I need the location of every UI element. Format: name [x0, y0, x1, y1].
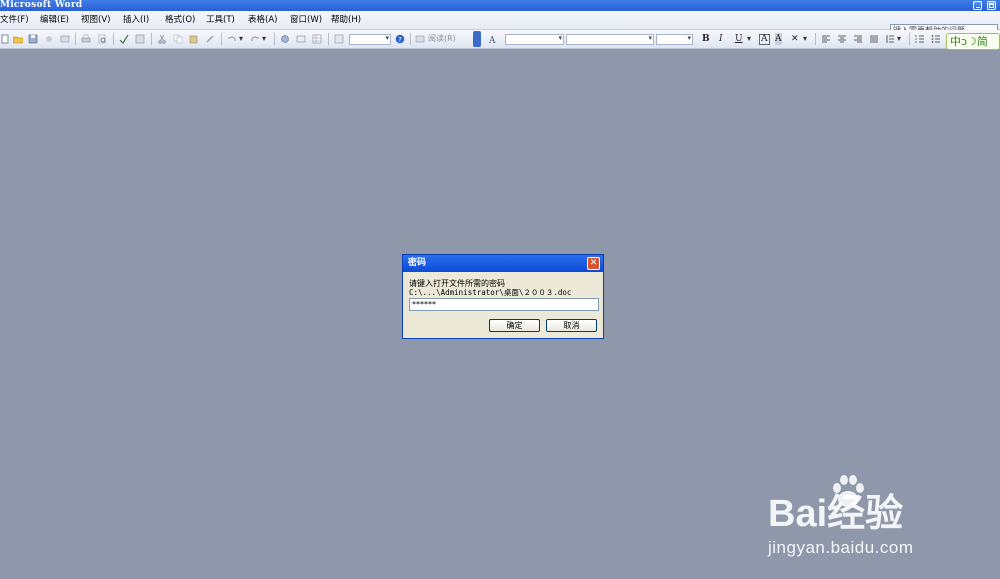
read-icon[interactable] [415, 34, 425, 44]
undo-dropdown-icon[interactable]: ▾ [239, 34, 243, 44]
document-map-icon[interactable] [334, 34, 344, 44]
window-titlebar[interactable]: Microsoft Word [0, 0, 1000, 11]
restore-icon[interactable] [987, 1, 996, 10]
numbering-icon[interactable] [915, 34, 925, 44]
format-painter-icon[interactable] [205, 34, 215, 44]
window-title: Microsoft Word [0, 0, 83, 10]
svg-text:?: ? [398, 36, 402, 44]
close-icon[interactable]: ✕ [587, 257, 600, 270]
password-dialog: 密码 ✕ 请键入打开文件所需的密码 C:\...\Administrator\桌… [402, 254, 604, 339]
menu-view[interactable]: 视图(V) [81, 14, 110, 26]
menu-insert[interactable]: 插入(I) [123, 14, 149, 26]
font-size-combo[interactable] [656, 34, 693, 45]
bold-icon[interactable]: B [702, 33, 710, 45]
copy-icon[interactable] [173, 34, 183, 44]
hyperlink-icon[interactable] [280, 34, 290, 44]
insert-table-icon[interactable] [312, 34, 322, 44]
style-combo[interactable] [505, 34, 564, 45]
paste-icon[interactable] [189, 34, 199, 44]
italic-icon[interactable]: I [719, 33, 723, 45]
menu-window[interactable]: 窗口(W) [290, 14, 322, 26]
toolbar-separator [221, 33, 222, 45]
toolbar: ▾ ▾ ? 阅读(R) A B I U ▾ A A ✕ ▾ ▾ [0, 30, 1000, 49]
toolbar-options-icon[interactable] [473, 31, 481, 47]
help-icon[interactable]: ? [395, 34, 405, 44]
menubar: 文件(F) 编辑(E) 视图(V) 插入(I) 格式(O) 工具(T) 表格(A… [0, 11, 1000, 37]
line-spacing-dropdown-icon[interactable]: ▾ [897, 34, 901, 44]
toolbar-separator [75, 33, 76, 45]
toolbar-separator [909, 33, 910, 45]
redo-dropdown-icon[interactable]: ▾ [262, 34, 266, 44]
email-icon[interactable] [60, 34, 70, 44]
toolbar-separator [328, 33, 329, 45]
watermark-brand: Bai经验 [768, 493, 904, 535]
justify-icon[interactable] [869, 34, 879, 44]
bullets-icon[interactable] [931, 34, 941, 44]
character-scaling-icon[interactable]: ✕ [791, 33, 799, 45]
zoom-combo[interactable] [349, 34, 391, 45]
menu-table[interactable]: 表格(A) [248, 14, 277, 26]
print-icon[interactable] [81, 34, 91, 44]
underline-icon[interactable]: U [735, 33, 743, 45]
print-preview-icon[interactable] [97, 34, 107, 44]
align-left-icon[interactable] [821, 34, 831, 44]
line-spacing-icon[interactable] [885, 34, 895, 44]
password-input[interactable]: ****** [409, 298, 599, 311]
menu-help[interactable]: 帮助(H) [331, 14, 361, 26]
align-center-icon[interactable] [837, 34, 847, 44]
ok-button[interactable]: 确定 [489, 319, 540, 332]
align-right-icon[interactable] [853, 34, 863, 44]
toolbar-separator [113, 33, 114, 45]
scaling-dropdown-icon[interactable]: ▾ [803, 34, 807, 44]
new-document-icon[interactable] [0, 34, 10, 44]
dialog-titlebar[interactable]: 密码 ✕ [403, 255, 603, 272]
menu-tools[interactable]: 工具(T) [206, 14, 235, 26]
toolbar-separator [815, 33, 816, 45]
character-shading-icon[interactable]: A [775, 33, 782, 45]
cancel-button[interactable]: 取消 [546, 319, 597, 332]
styles-formatting-icon[interactable]: A [489, 34, 499, 44]
minimize-icon[interactable] [973, 1, 982, 10]
cut-icon[interactable] [157, 34, 167, 44]
save-icon[interactable] [28, 34, 38, 44]
svg-text:A: A [489, 36, 496, 44]
underline-dropdown-icon[interactable]: ▾ [747, 34, 751, 44]
undo-icon[interactable] [227, 34, 237, 44]
font-combo[interactable] [566, 34, 654, 45]
research-icon[interactable] [135, 34, 145, 44]
menu-format[interactable]: 格式(O) [165, 14, 195, 26]
permission-icon[interactable] [44, 34, 54, 44]
file-path-label: C:\...\Administrator\桌面\２００３.doc [409, 288, 572, 297]
toolbar-separator [274, 33, 275, 45]
read-button[interactable]: 阅读(R) [428, 34, 456, 44]
redo-icon[interactable] [250, 34, 260, 44]
menu-file[interactable]: 文件(F) [0, 14, 29, 26]
ime-status-bar[interactable]: 中ↄ☽简 [946, 33, 1000, 50]
dialog-title: 密码 [408, 258, 427, 268]
open-folder-icon[interactable] [13, 34, 23, 44]
baidu-watermark: Bai经验 jingyan.baidu.com [768, 472, 968, 562]
tables-borders-icon[interactable] [296, 34, 306, 44]
toolbar-separator [151, 33, 152, 45]
menu-edit[interactable]: 编辑(E) [40, 14, 69, 26]
character-border-icon[interactable]: A [759, 34, 770, 45]
toolbar-separator [410, 33, 411, 45]
spelling-grammar-icon[interactable] [119, 34, 129, 44]
watermark-url: jingyan.baidu.com [768, 538, 914, 557]
